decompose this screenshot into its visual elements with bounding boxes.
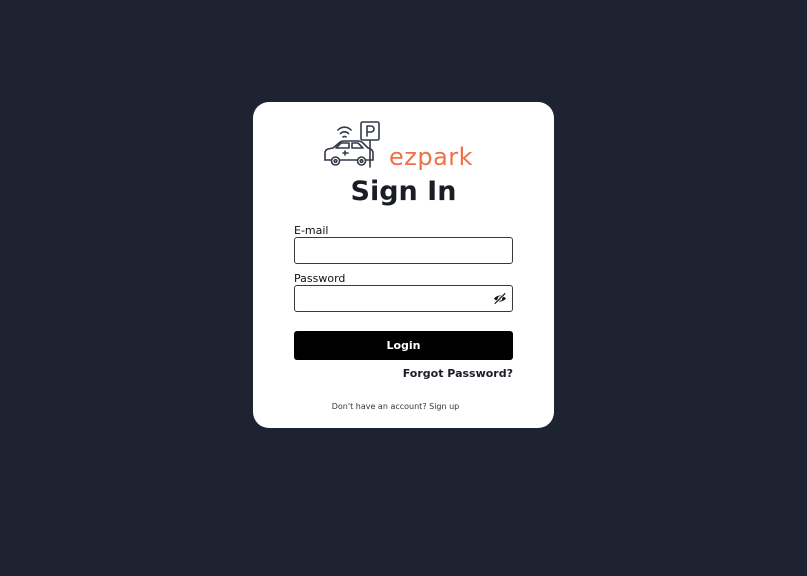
eye-slash-icon[interactable] (493, 292, 507, 305)
brand-name: ezpark (389, 143, 474, 171)
signin-card: ezpark Sign In E-mail Password Login For… (253, 102, 554, 428)
signup-prompt: Don't have an account? Sign up (253, 403, 538, 411)
car-parking-icon (324, 121, 380, 168)
password-label: Password (294, 272, 346, 285)
signup-link[interactable]: Sign up (429, 402, 459, 411)
email-label: E-mail (294, 224, 329, 237)
signup-prompt-text: Don't have an account? (331, 402, 430, 411)
email-field-box[interactable] (294, 237, 513, 264)
forgot-password-link[interactable]: Forgot Password? (403, 368, 513, 379)
password-field-box[interactable] (294, 285, 513, 312)
page-title: Sign In (350, 176, 457, 207)
email-field[interactable] (299, 239, 488, 264)
password-field[interactable] (299, 287, 488, 312)
brand-logo: ezpark (323, 120, 483, 172)
login-button[interactable]: Login (294, 331, 513, 360)
